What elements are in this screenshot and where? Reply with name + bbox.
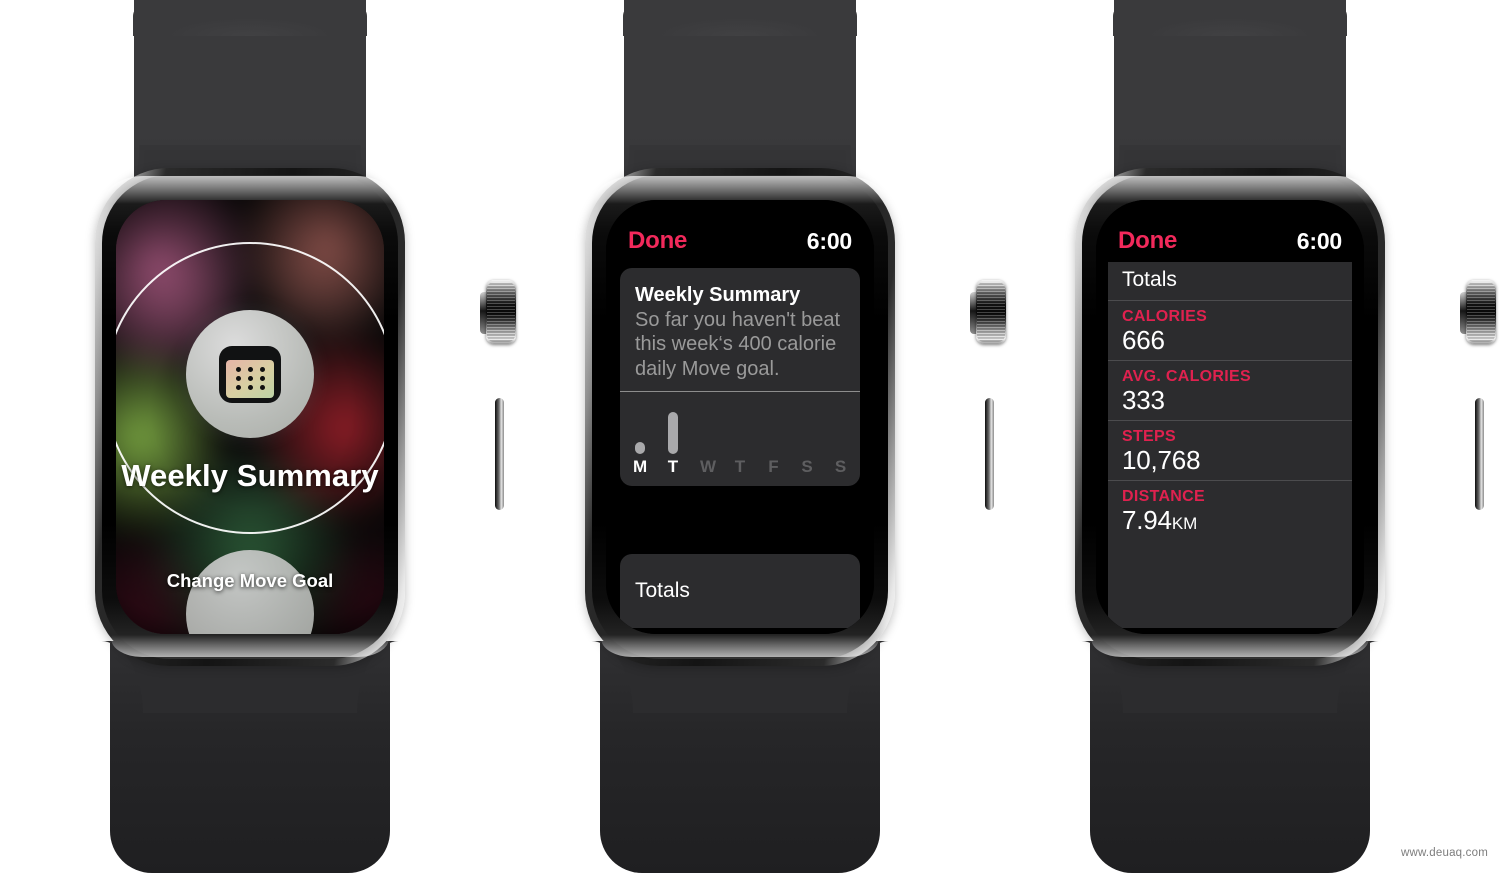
totals-panel-title: Totals — [1122, 268, 1177, 291]
calendar-dot — [235, 366, 241, 372]
bar-column — [767, 402, 780, 454]
bar — [668, 412, 678, 455]
bar-column — [667, 402, 680, 455]
metric-value: 666 — [1122, 325, 1352, 356]
calendar-dot — [235, 375, 241, 381]
metric-number: 666 — [1122, 325, 1165, 355]
weekly-summary-screen: Done 6:00 Weekly Summary So far you have… — [606, 200, 874, 634]
calendar-dot — [247, 366, 253, 372]
status-bar: Done 6:00 — [1096, 226, 1364, 256]
totals-screen: Done 6:00 Totals CALORIES 666 AVG. CALOR… — [1096, 200, 1364, 634]
metric-row: CALORIES 666 — [1108, 300, 1352, 360]
metric-value: 333 — [1122, 385, 1352, 416]
digital-crown[interactable] — [1466, 280, 1496, 344]
calendar-dot — [259, 366, 265, 372]
metric-label: CALORIES — [1122, 308, 1208, 325]
metric-value: 10,768 — [1122, 445, 1352, 476]
metric-number: 10,768 — [1122, 445, 1201, 475]
totals-row-button[interactable]: Totals — [620, 554, 860, 628]
home-carousel-screen: Weekly Summary Change Move Goal — [116, 200, 384, 634]
bar-chart-day-labels: M T W T F S S — [633, 457, 847, 477]
calendar-dot — [259, 385, 265, 391]
bar-chart-bars — [633, 402, 847, 455]
day-label: T — [734, 457, 746, 477]
calendar-icon-body — [226, 359, 274, 398]
bar-column — [801, 402, 814, 454]
watch-screen-2: Done 6:00 Weekly Summary So far you have… — [606, 200, 874, 634]
side-button[interactable] — [1475, 398, 1484, 510]
apple-watch-device-1: Weekly Summary Change Move Goal — [0, 0, 516, 873]
watch-screen-3: Done 6:00 Totals CALORIES 666 AVG. CALOR… — [1096, 200, 1364, 634]
calendar-icon — [219, 345, 281, 403]
metric-label: AVG. CALORIES — [1122, 368, 1251, 385]
day-label: W — [700, 457, 717, 477]
page-title: Weekly Summary — [121, 458, 379, 493]
calendar-dot — [259, 375, 265, 381]
status-bar: Done 6:00 — [606, 226, 874, 256]
calendar-dot — [247, 385, 253, 391]
bar-column — [700, 402, 713, 454]
metric-number: 333 — [1122, 385, 1165, 415]
bar — [634, 442, 645, 455]
digital-crown-ridges — [1467, 282, 1495, 342]
totals-row-label: Totals — [635, 579, 690, 602]
status-clock: 6:00 — [1296, 227, 1342, 254]
metric-value: 7.94KM — [1122, 505, 1352, 536]
metric-label: STEPS — [1122, 428, 1176, 445]
bar-column — [633, 402, 646, 455]
done-button[interactable]: Done — [628, 227, 687, 255]
metric-unit: KM — [1171, 514, 1198, 533]
apple-watch-device-2: Done 6:00 Weekly Summary So far you have… — [490, 0, 1006, 873]
bar-column — [834, 402, 847, 454]
metric-label: DISTANCE — [1122, 488, 1205, 505]
summary-card[interactable]: Weekly Summary So far you haven't beat t… — [620, 268, 860, 487]
day-label: F — [768, 457, 779, 477]
summary-card-title: Weekly Summary — [635, 284, 801, 306]
totals-panel[interactable]: Totals CALORIES 666 AVG. CALORIES 333 ST… — [1108, 262, 1352, 628]
watch-band-top-cap — [623, 6, 857, 36]
done-button[interactable]: Done — [1118, 227, 1177, 255]
day-label: M — [633, 457, 648, 477]
metric-row: STEPS 10,768 — [1108, 420, 1352, 480]
watch-band-top-cap — [1113, 6, 1347, 36]
calendar-dot — [235, 385, 241, 391]
app-icon-button[interactable] — [186, 310, 314, 438]
summary-card-body: So far you haven't beat this week‘s 400 … — [635, 309, 841, 380]
screenshot-canvas: Weekly Summary Change Move Goal Done 6:0… — [0, 0, 1500, 873]
metric-row: DISTANCE 7.94KM — [1108, 480, 1352, 540]
site-watermark: www.deuaq.com — [1401, 847, 1488, 859]
day-label: S — [801, 457, 813, 477]
summary-card-text: Weekly Summary So far you haven't beat t… — [620, 268, 860, 391]
status-clock: 6:00 — [806, 227, 852, 254]
metric-row: AVG. CALORIES 333 — [1108, 360, 1352, 420]
calendar-dot — [247, 375, 253, 381]
day-label: T — [667, 457, 679, 477]
weekly-bar-chart: M T W T F S S — [620, 391, 860, 486]
bar-column — [734, 402, 747, 454]
apple-watch-device-3: Done 6:00 Totals CALORIES 666 AVG. CALOR… — [980, 0, 1496, 873]
watch-screen-1: Weekly Summary Change Move Goal — [116, 200, 384, 634]
metric-number: 7.94 — [1122, 505, 1172, 535]
next-item-label: Change Move Goal — [166, 570, 334, 591]
watch-band-top-cap — [133, 6, 367, 36]
day-label: S — [834, 457, 847, 477]
